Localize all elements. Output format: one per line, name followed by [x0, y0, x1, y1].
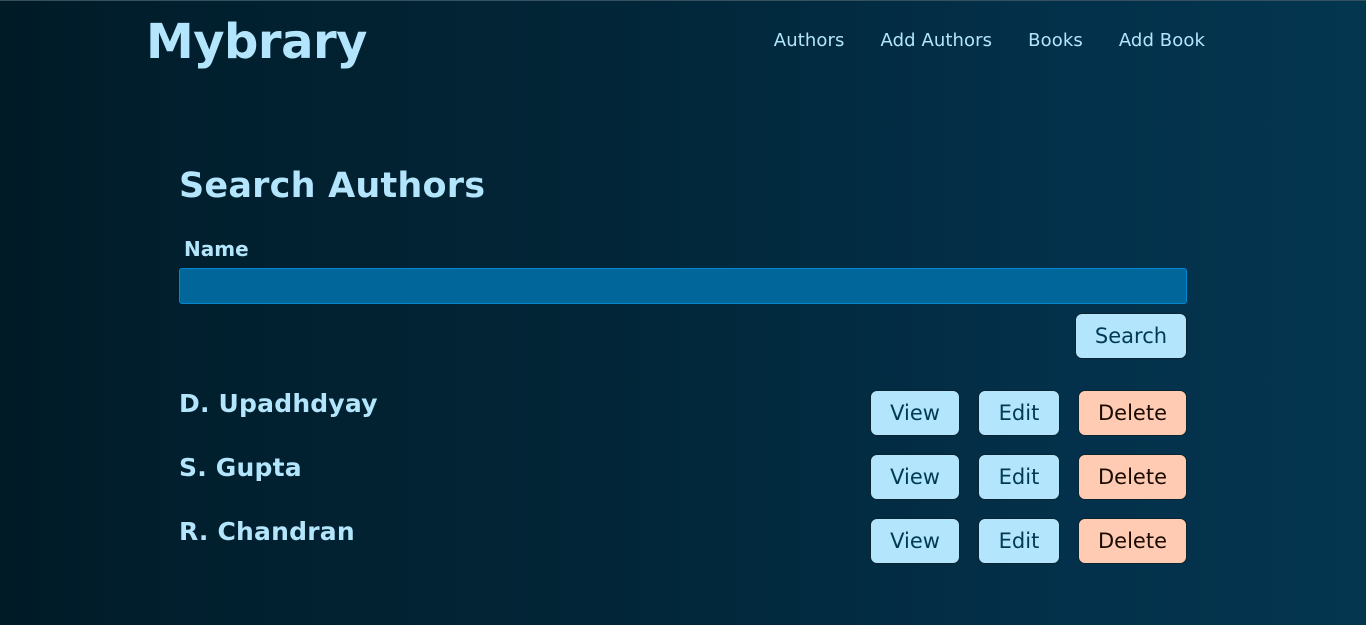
page-title: Search Authors	[179, 166, 486, 206]
nav-link-books[interactable]: Books	[1028, 30, 1083, 52]
edit-author-button[interactable]: Edit	[978, 518, 1060, 564]
author-name: S. Gupta	[179, 453, 302, 482]
author-name: D. Upadhdyay	[179, 389, 378, 418]
edit-author-button[interactable]: Edit	[978, 454, 1060, 500]
nav-link-add-book[interactable]: Add Book	[1119, 30, 1205, 52]
author-row: S. Gupta View Edit Delete	[179, 453, 1187, 500]
top-border	[0, 0, 1366, 1]
author-row: R. Chandran View Edit Delete	[179, 517, 1187, 564]
site-logo[interactable]: Mybrary	[146, 14, 367, 70]
author-row: D. Upadhdyay View Edit Delete	[179, 389, 1187, 436]
delete-author-button[interactable]: Delete	[1078, 518, 1187, 564]
view-author-button[interactable]: View	[870, 454, 960, 500]
name-search-input[interactable]	[179, 268, 1187, 304]
nav-link-authors[interactable]: Authors	[774, 30, 845, 52]
view-author-button[interactable]: View	[870, 518, 960, 564]
view-author-button[interactable]: View	[870, 390, 960, 436]
delete-author-button[interactable]: Delete	[1078, 390, 1187, 436]
name-field-label: Name	[184, 237, 249, 261]
main-content: Search Authors Name Search D. Upadhdyay …	[179, 160, 1187, 564]
main-nav: Authors Add Authors Books Add Book	[774, 30, 1205, 52]
delete-author-button[interactable]: Delete	[1078, 454, 1187, 500]
search-button[interactable]: Search	[1075, 313, 1187, 359]
nav-link-add-authors[interactable]: Add Authors	[880, 30, 992, 52]
edit-author-button[interactable]: Edit	[978, 390, 1060, 436]
author-name: R. Chandran	[179, 517, 355, 546]
